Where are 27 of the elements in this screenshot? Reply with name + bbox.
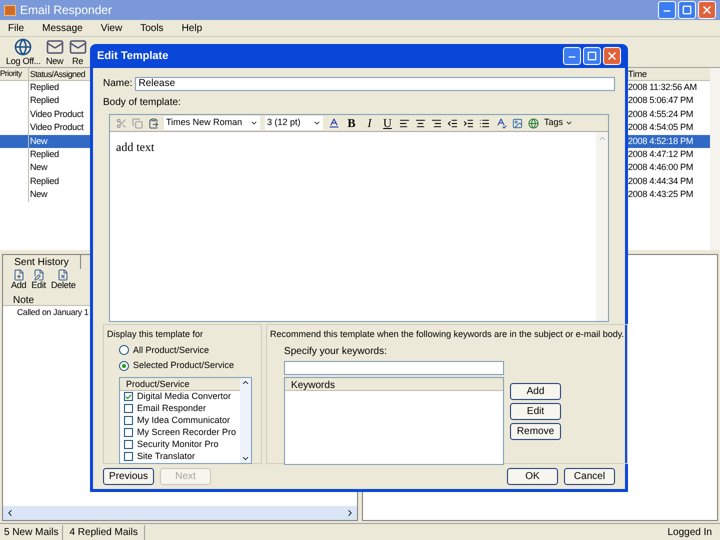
field-label: Body of template: xyxy=(103,96,182,110)
field-label: Specify your keywords: xyxy=(284,344,388,358)
table-cell: Replied xyxy=(28,94,59,108)
window-title: Email Responder xyxy=(20,2,114,19)
table-cell: 2008 4:52:18 PM xyxy=(628,134,710,148)
group-label: Display this template for xyxy=(107,328,204,341)
table-cell: Replied xyxy=(28,174,59,188)
status-text: 4 Replied Mails xyxy=(63,524,145,540)
table-cell: New xyxy=(28,161,48,175)
table-cell-text: 2008 4:46:00 PM xyxy=(628,161,694,174)
table-cell: Replied xyxy=(28,148,59,162)
status-text: Logged In xyxy=(666,526,713,540)
table-cell-text: 2008 4:44:34 PM xyxy=(628,174,694,188)
table-cell: New xyxy=(28,188,48,202)
table-cell: New xyxy=(28,134,48,148)
field-label: Name: xyxy=(103,77,132,91)
table-cell-text: 2008 4:54:05 PM xyxy=(628,121,694,134)
table-cell-text: 2008 11:32:56 AM xyxy=(628,81,698,94)
table-cell-text: 2008 5:06:47 PM xyxy=(628,94,694,108)
table-cell-text: 2008 4:47:12 PM xyxy=(628,148,694,161)
dialog-title: Edit Template xyxy=(97,48,170,64)
status-text: 5 New Mails xyxy=(0,524,64,540)
table-cell-text: 2008 4:55:24 PM xyxy=(628,108,694,121)
instruction-text: Recommend this template when the following keywords are in the subject or e-mail body. xyxy=(270,328,624,341)
table-cell-text: 2008 4:43:25 PM xyxy=(628,188,694,202)
table-cell: Video Product xyxy=(28,108,84,122)
table-cell: Replied xyxy=(28,81,59,94)
